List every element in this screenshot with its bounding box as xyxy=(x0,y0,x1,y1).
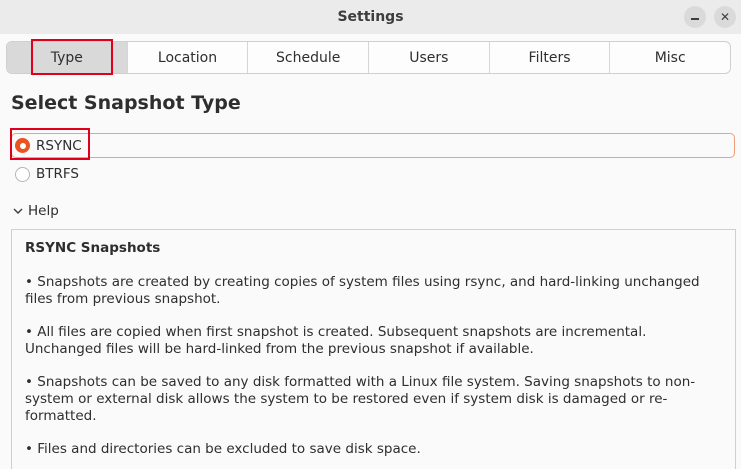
close-icon: ✕ xyxy=(719,10,731,24)
help-paragraph: • Snapshots can be saved to any disk for… xyxy=(25,374,696,424)
tab-schedule[interactable]: Schedule xyxy=(248,42,370,73)
radio-unchecked-icon[interactable] xyxy=(15,166,30,182)
help-paragraph: • Files and directories can be excluded … xyxy=(25,441,421,457)
help-paragraph: • All files are copied when first snapsh… xyxy=(25,324,647,357)
title-bar: Settings ✕ xyxy=(0,0,741,34)
help-heading: RSYNC Snapshots xyxy=(25,240,161,256)
highlight-box-type-tab xyxy=(31,39,113,75)
help-label: Help xyxy=(28,203,59,219)
help-panel: RSYNC Snapshots • Snapshots are created … xyxy=(11,229,736,469)
highlight-box-rsync-option xyxy=(10,128,90,160)
minimize-icon xyxy=(691,18,699,20)
tab-bar: Type Location Schedule Users Filters Mis… xyxy=(6,41,731,74)
chevron-down-icon xyxy=(13,208,23,214)
help-paragraph: • Snapshots are created by creating copi… xyxy=(25,274,700,307)
section-title: Select Snapshot Type xyxy=(11,92,241,114)
tab-misc[interactable]: Misc xyxy=(610,42,730,73)
tab-filters[interactable]: Filters xyxy=(490,42,611,73)
help-expander[interactable]: Help xyxy=(11,203,59,219)
tab-users[interactable]: Users xyxy=(369,42,490,73)
minimize-button[interactable] xyxy=(684,6,706,28)
window-title: Settings xyxy=(337,9,404,25)
radio-option-rsync[interactable]: RSYNC xyxy=(11,133,735,158)
settings-window: Settings ✕ Type Location Schedule Users … xyxy=(0,0,741,469)
radio-option-btrfs[interactable]: BTRFS xyxy=(11,164,79,184)
tab-location[interactable]: Location xyxy=(128,42,249,73)
radio-label-btrfs: BTRFS xyxy=(36,166,79,182)
close-button[interactable]: ✕ xyxy=(714,6,736,28)
